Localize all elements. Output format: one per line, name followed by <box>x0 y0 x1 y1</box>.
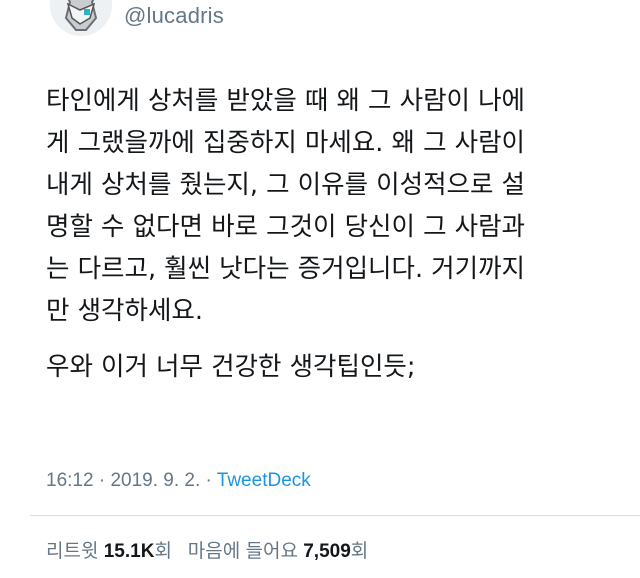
tweet-text: 타인에게 상처를 받았을 때 왜 그 사람이 나에 게 그랬을까에 집중하지 마… <box>46 80 626 388</box>
tweet-source-link[interactable]: TweetDeck <box>217 470 311 491</box>
tweet-metadata: 16:12 · 2019. 9. 2. · TweetDeck <box>46 470 311 492</box>
separator: · <box>200 470 217 491</box>
tweet-time[interactable]: 16:12 <box>46 470 94 491</box>
tweet-stats: 리트윗 15.1K회 마음에 들어요 7,509회 <box>46 536 368 563</box>
retweets-count: 15.1K <box>103 541 155 562</box>
likes-count: 7,509 <box>303 541 351 562</box>
tweet-header: @lucadris <box>0 0 640 46</box>
avatar[interactable] <box>50 0 112 36</box>
divider <box>30 515 640 516</box>
likes-unit: 회 <box>350 541 369 562</box>
likes-stat[interactable]: 마음에 들어요 7,509회 <box>188 541 368 562</box>
tweet-date[interactable]: 2019. 9. 2. <box>110 470 200 491</box>
robot-avatar-icon <box>50 0 112 36</box>
retweets-label: 리트윗 <box>46 541 99 562</box>
tweet-paragraph: 타인에게 상처를 받았을 때 왜 그 사람이 나에 게 그랬을까에 집중하지 마… <box>46 86 526 326</box>
separator: · <box>93 470 111 491</box>
retweets-unit: 회 <box>154 541 172 562</box>
retweets-stat[interactable]: 리트윗 15.1K회 <box>46 541 172 562</box>
author-handle[interactable]: @lucadris <box>124 3 224 29</box>
likes-label: 마음에 들어요 <box>187 541 298 562</box>
tweet-paragraph: 우와 이거 너무 건강한 생각팁인듯; <box>46 352 416 382</box>
